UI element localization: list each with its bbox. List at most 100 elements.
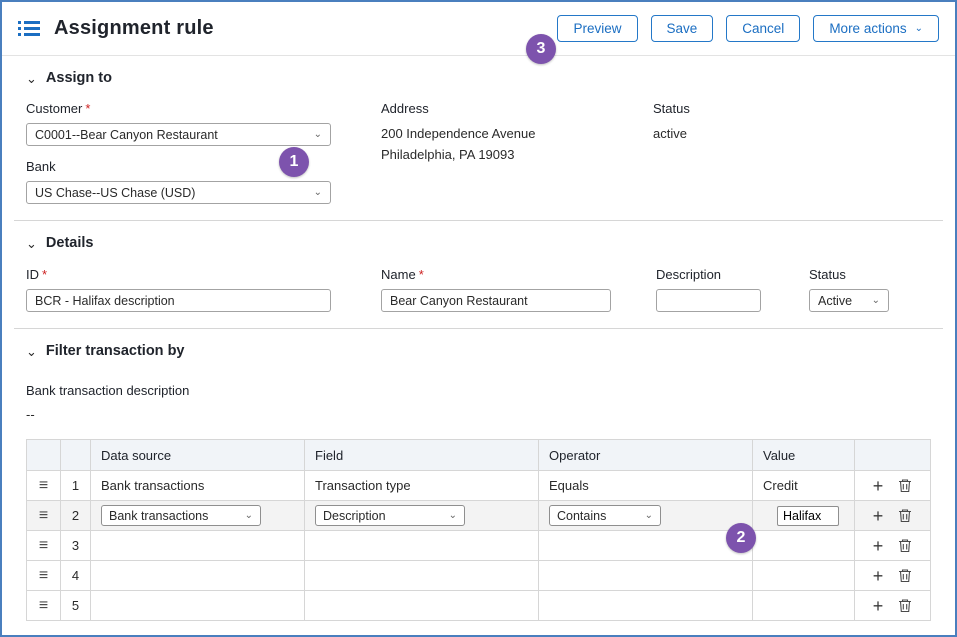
filter-title-label: Filter transaction by: [46, 343, 185, 359]
operator-select[interactable]: Contains ⌄: [549, 505, 661, 526]
status-select-value: Active: [818, 294, 852, 308]
assign-status-value: active: [653, 123, 690, 144]
chevron-down-icon: ⌄: [915, 24, 923, 34]
name-label: Name*: [381, 267, 611, 282]
data-source-select[interactable]: Bank transactions ⌄: [101, 505, 261, 526]
table-row-3: ≡ 3 +: [27, 531, 931, 561]
chevron-down-icon: ⌄: [872, 296, 880, 306]
drag-handle-icon[interactable]: ≡: [39, 537, 48, 554]
details-fields-row: ID* Name* Description Status Active ⌄: [26, 267, 931, 312]
details-status-label: Status: [809, 267, 889, 282]
bank-select[interactable]: US Chase--US Chase (USD) ⌄: [26, 181, 331, 204]
status-field-group: Status Active ⌄: [809, 267, 889, 312]
address-label: Address: [381, 101, 653, 116]
name-field-group: Name*: [381, 267, 611, 312]
assign-to-address-column: Address 200 Independence Avenue Philadel…: [381, 101, 653, 204]
add-row-icon[interactable]: +: [873, 537, 884, 555]
collapse-chevron-icon[interactable]: ⌄: [26, 72, 37, 85]
description-field-group: Description: [656, 267, 761, 312]
details-section: ⌄ Details ID* Name* Description Stat: [2, 221, 955, 312]
bank-label: Bank: [26, 159, 381, 174]
id-label: ID*: [26, 267, 331, 282]
operator-select-value: Contains: [557, 509, 606, 523]
description-input[interactable]: [656, 289, 761, 312]
drag-handle-icon[interactable]: ≡: [39, 477, 48, 494]
filter-section: ⌄ Filter transaction by Bank transaction…: [2, 329, 955, 621]
topbar-actions: Preview Save Cancel More actions ⌄: [557, 15, 939, 42]
delete-row-icon[interactable]: [898, 508, 912, 523]
bank-select-value: US Chase--US Chase (USD): [35, 186, 195, 200]
value-input[interactable]: [777, 506, 839, 526]
save-button[interactable]: Save: [651, 15, 714, 42]
filter-title: ⌄ Filter transaction by: [26, 343, 931, 359]
add-row-icon[interactable]: +: [873, 507, 884, 525]
delete-row-icon[interactable]: [898, 478, 912, 493]
cell-data-source: Bank transactions: [91, 471, 305, 501]
field-select-value: Description: [323, 509, 386, 523]
id-field-group: ID*: [26, 267, 331, 312]
add-row-icon[interactable]: +: [873, 477, 884, 495]
cell-operator: Equals: [539, 471, 753, 501]
customer-select-value: C0001--Bear Canyon Restaurant: [35, 128, 218, 142]
data-source-select-value: Bank transactions: [109, 509, 208, 523]
col-header-field: Field: [305, 440, 539, 471]
cancel-button[interactable]: Cancel: [726, 15, 800, 42]
table-row-4: ≡ 4 +: [27, 561, 931, 591]
assign-to-title: ⌄ Assign to: [26, 70, 931, 86]
annotation-step-3: 3: [526, 34, 556, 64]
required-marker: *: [85, 101, 90, 116]
chevron-down-icon: ⌄: [245, 511, 253, 521]
cell-value: Credit: [753, 471, 855, 501]
table-header-row: Data source Field Operator Value: [27, 440, 931, 471]
row-number: 3: [61, 531, 91, 561]
filter-rules-table: Data source Field Operator Value ≡ 1 Ban…: [26, 439, 931, 621]
delete-row-icon[interactable]: [898, 598, 912, 613]
delete-row-icon[interactable]: [898, 568, 912, 583]
address-line-2: Philadelphia, PA 19093: [381, 144, 653, 165]
list-menu-icon[interactable]: [18, 20, 40, 37]
assignment-rule-page: Assignment rule Preview Save Cancel More…: [0, 0, 957, 637]
chevron-down-icon: ⌄: [449, 511, 457, 521]
preview-button[interactable]: Preview: [557, 15, 637, 42]
chevron-down-icon: ⌄: [314, 130, 322, 140]
col-header-operator: Operator: [539, 440, 753, 471]
row-number: 5: [61, 591, 91, 621]
delete-row-icon[interactable]: [898, 538, 912, 553]
id-input[interactable]: [26, 289, 331, 312]
collapse-chevron-icon[interactable]: ⌄: [26, 237, 37, 250]
required-marker: *: [42, 267, 47, 282]
assign-to-grid: Customer* C0001--Bear Canyon Restaurant …: [26, 101, 931, 204]
details-title: ⌄ Details: [26, 235, 931, 251]
chevron-down-icon: ⌄: [645, 511, 653, 521]
col-header-data-source: Data source: [91, 440, 305, 471]
cell-field: Transaction type: [305, 471, 539, 501]
name-input[interactable]: [381, 289, 611, 312]
annotation-step-1: 1: [279, 147, 309, 177]
details-title-label: Details: [46, 235, 94, 251]
collapse-chevron-icon[interactable]: ⌄: [26, 345, 37, 358]
row-number: 1: [61, 471, 91, 501]
add-row-icon[interactable]: +: [873, 597, 884, 615]
annotation-step-2: 2: [726, 523, 756, 553]
filter-subtitle-value: --: [26, 407, 931, 422]
table-row-5: ≡ 5 +: [27, 591, 931, 621]
drag-handle-icon[interactable]: ≡: [39, 507, 48, 524]
drag-column-header: [27, 440, 61, 471]
more-actions-button[interactable]: More actions ⌄: [813, 15, 939, 42]
status-select[interactable]: Active ⌄: [809, 289, 889, 312]
address-line-1: 200 Independence Avenue: [381, 123, 653, 144]
table-row-2: ≡ 2 Bank transactions ⌄ Description ⌄ Co…: [27, 501, 931, 531]
row-number: 2: [61, 501, 91, 531]
topbar: Assignment rule Preview Save Cancel More…: [2, 2, 955, 56]
col-header-value: Value: [753, 440, 855, 471]
add-row-icon[interactable]: +: [873, 567, 884, 585]
drag-handle-icon[interactable]: ≡: [39, 597, 48, 614]
number-column-header: [61, 440, 91, 471]
drag-handle-icon[interactable]: ≡: [39, 567, 48, 584]
col-header-actions: [855, 440, 931, 471]
description-label: Description: [656, 267, 761, 282]
field-select[interactable]: Description ⌄: [315, 505, 465, 526]
chevron-down-icon: ⌄: [314, 188, 322, 198]
assign-to-left-column: Customer* C0001--Bear Canyon Restaurant …: [26, 101, 381, 204]
customer-select[interactable]: C0001--Bear Canyon Restaurant ⌄: [26, 123, 331, 146]
